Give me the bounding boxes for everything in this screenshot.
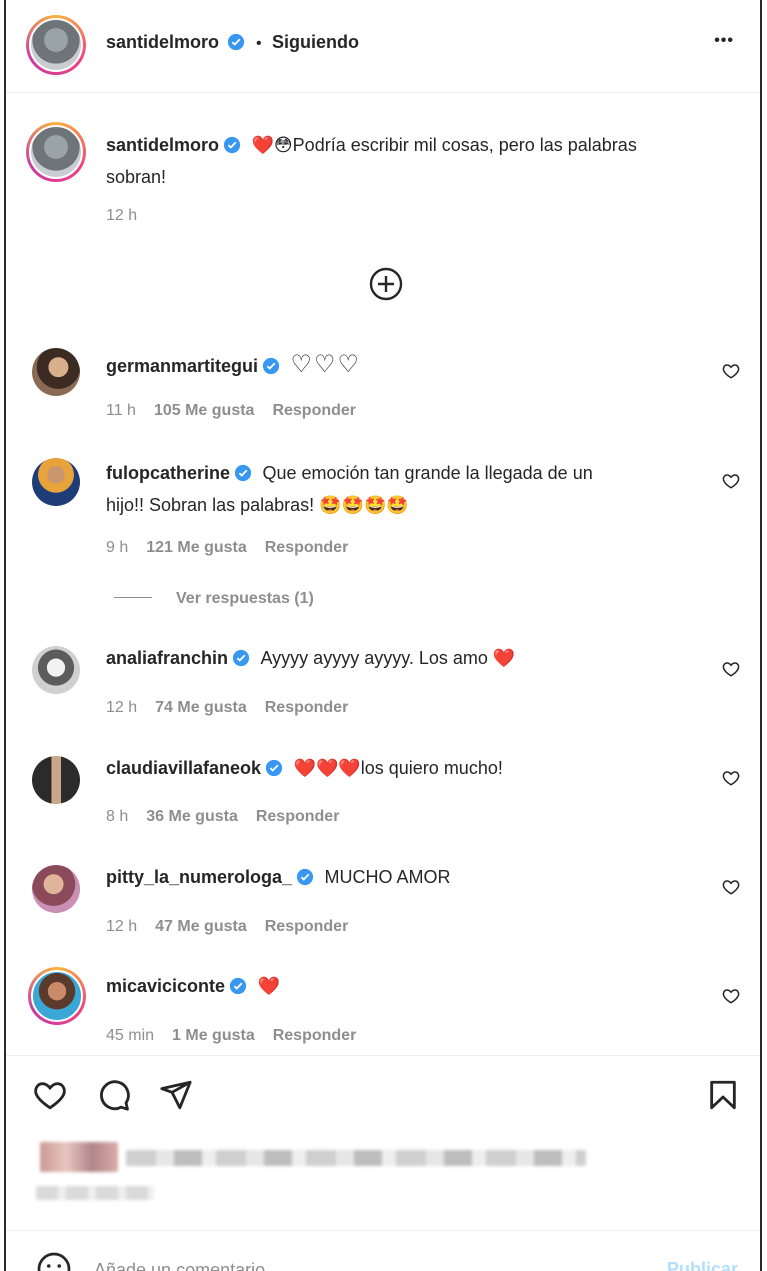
comment-time: 9 h [106,539,129,556]
reply-button[interactable]: Responder [265,699,349,716]
comment-meta: 9 h 121 Me gusta Responder [106,539,366,557]
comment-avatar[interactable] [32,348,80,396]
comment-username[interactable]: analiafranchin [106,648,228,668]
caption-avatar[interactable] [26,122,86,182]
comment-avatar[interactable] [32,865,80,913]
header-avatar[interactable] [26,15,86,75]
verified-badge-icon [223,136,241,154]
view-replies[interactable]: Ver respuestas (1) [114,590,314,608]
comment-text: ❤️ [257,976,280,996]
comment-text-line1: Que emoción tan grande la llegada de un [262,463,593,483]
comment-meta: 12 h 74 Me gusta Responder [106,699,366,717]
verified-badge-icon [262,357,280,375]
comment-username[interactable]: fulopcatherine [106,463,230,483]
comment-likes[interactable]: 47 Me gusta [155,918,247,935]
comment-avatar[interactable] [32,458,80,506]
comment-text: Ayyyy ayyyy ayyyy. Los amo ❤️ [260,648,516,668]
post-window: santidelmoro • Siguiendo ••• santidelmor… [4,0,762,1271]
follow-status-button[interactable]: Siguiendo [272,32,359,52]
comment-like-heart-icon[interactable] [722,769,740,787]
comment-avatar[interactable] [32,756,80,804]
verified-badge-icon [232,649,250,667]
comment-likes[interactable]: 1 Me gusta [172,1027,255,1044]
comment-meta: 11 h 105 Me gusta Responder [106,402,374,420]
comment-text: MUCHO AMOR [324,867,451,887]
caption-emojis: ❤️😳 [251,135,293,155]
comment-time: 12 h [106,918,138,935]
blurred-date [36,1186,154,1200]
comment-input[interactable] [94,1255,494,1271]
comment-like-heart-icon[interactable] [722,472,740,490]
header-username[interactable]: santidelmoro [106,32,219,52]
post-header: santidelmoro • Siguiendo ••• [6,0,760,92]
comment-time: 45 min [106,1027,155,1044]
send-icon[interactable] [158,1078,194,1112]
comment-username[interactable]: pitty_la_numerologa_ [106,867,292,887]
caption-text-line1: Podría escribir mil cosas, pero las pala… [292,135,637,155]
comment-username[interactable]: micaviciconte [106,976,225,996]
verified-badge-icon [228,33,245,51]
comment-time: 11 h [106,402,136,419]
comment-meta: 8 h 36 Me gusta Responder [106,808,357,826]
comment-likes[interactable]: 74 Me gusta [155,699,247,716]
heart-icon[interactable] [32,1078,68,1112]
comment-username[interactable]: claudiavillafaneok [106,758,261,778]
reply-button[interactable]: Responder [272,402,356,419]
blurred-avatars [40,1142,118,1172]
caption-time: 12 h [106,207,138,224]
reply-button[interactable]: Responder [256,808,340,825]
comment-like-heart-icon[interactable] [722,362,740,380]
comment-text-line2: hijo!! Sobran las palabras! 🤩🤩🤩🤩 [106,495,409,515]
comment-avatar[interactable] [28,967,86,1025]
view-replies-label: Ver respuestas (1) [176,590,314,607]
header-divider [6,92,760,93]
comment-likes[interactable]: 105 Me gusta [154,402,254,419]
comment-like-heart-icon[interactable] [722,878,740,896]
verified-badge-icon [265,759,283,777]
header-separator: • [255,35,262,52]
comment-username[interactable]: germanmartitegui [106,356,258,376]
plus-circle-icon[interactable] [368,266,404,302]
comment-meta: 12 h 47 Me gusta Responder [106,918,366,936]
reply-button[interactable]: Responder [265,539,349,556]
reply-button[interactable]: Responder [273,1027,357,1044]
actions-divider [6,1055,760,1056]
comment-likes[interactable]: 36 Me gusta [146,808,238,825]
verified-badge-icon [296,868,314,886]
more-options-button[interactable]: ••• [714,32,734,50]
publish-button[interactable]: Publicar [667,1259,738,1271]
comment-meta: 45 min 1 Me gusta Responder [106,1027,374,1045]
comment-text: ❤️❤️❤️los quiero mucho! [293,758,503,778]
emoji-icon[interactable] [36,1251,72,1271]
comment-icon[interactable] [96,1078,132,1112]
view-replies-line [114,597,152,598]
verified-badge-icon [234,464,252,482]
caption-text-line2: sobran! [106,167,167,187]
blurred-text [126,1150,586,1166]
comment-like-heart-icon[interactable] [722,660,740,678]
action-bar [6,1060,760,1130]
comment-text: ♡♡♡ [290,351,362,378]
comment-avatar[interactable] [32,646,80,694]
caption-username[interactable]: santidelmoro [106,135,219,155]
comment-likes[interactable]: 121 Me gusta [146,539,246,556]
comment-composer: Publicar [6,1231,760,1271]
comment-time: 12 h [106,699,138,716]
comment-time: 8 h [106,808,129,825]
bookmark-icon[interactable] [706,1078,740,1112]
comment-like-heart-icon[interactable] [722,987,740,1005]
verified-badge-icon [229,977,247,995]
reply-button[interactable]: Responder [265,918,349,935]
